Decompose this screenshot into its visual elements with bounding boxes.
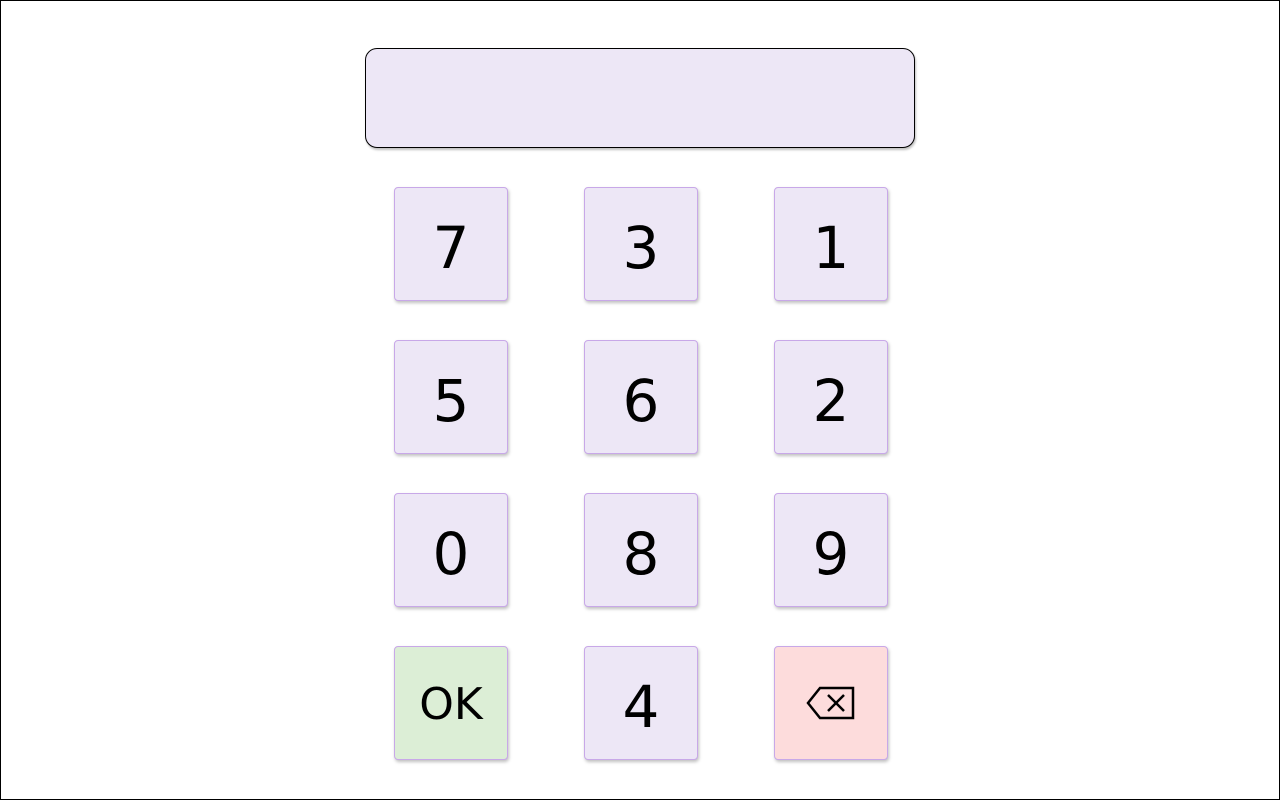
key-2[interactable]: 2 <box>774 340 888 454</box>
key-label: 8 <box>622 520 660 588</box>
backspace-button[interactable] <box>774 646 888 760</box>
key-5[interactable]: 5 <box>394 340 508 454</box>
key-label: 1 <box>812 214 850 282</box>
pin-display <box>365 48 915 148</box>
key-label: 7 <box>432 214 470 282</box>
app-frame: 7 3 1 5 6 2 0 8 9 OK 4 <box>0 0 1280 800</box>
ok-label: OK <box>419 679 483 730</box>
backspace-icon <box>806 686 855 720</box>
key-9[interactable]: 9 <box>774 493 888 607</box>
key-8[interactable]: 8 <box>584 493 698 607</box>
key-label: 0 <box>432 520 470 588</box>
key-0[interactable]: 0 <box>394 493 508 607</box>
key-label: 2 <box>812 367 850 435</box>
key-7[interactable]: 7 <box>394 187 508 301</box>
key-label: 5 <box>432 367 470 435</box>
key-4[interactable]: 4 <box>584 646 698 760</box>
key-1[interactable]: 1 <box>774 187 888 301</box>
key-label: 6 <box>622 367 660 435</box>
ok-button[interactable]: OK <box>394 646 508 760</box>
key-label: 3 <box>622 214 660 282</box>
key-3[interactable]: 3 <box>584 187 698 301</box>
key-6[interactable]: 6 <box>584 340 698 454</box>
key-label: 4 <box>622 673 660 741</box>
key-label: 9 <box>812 520 850 588</box>
